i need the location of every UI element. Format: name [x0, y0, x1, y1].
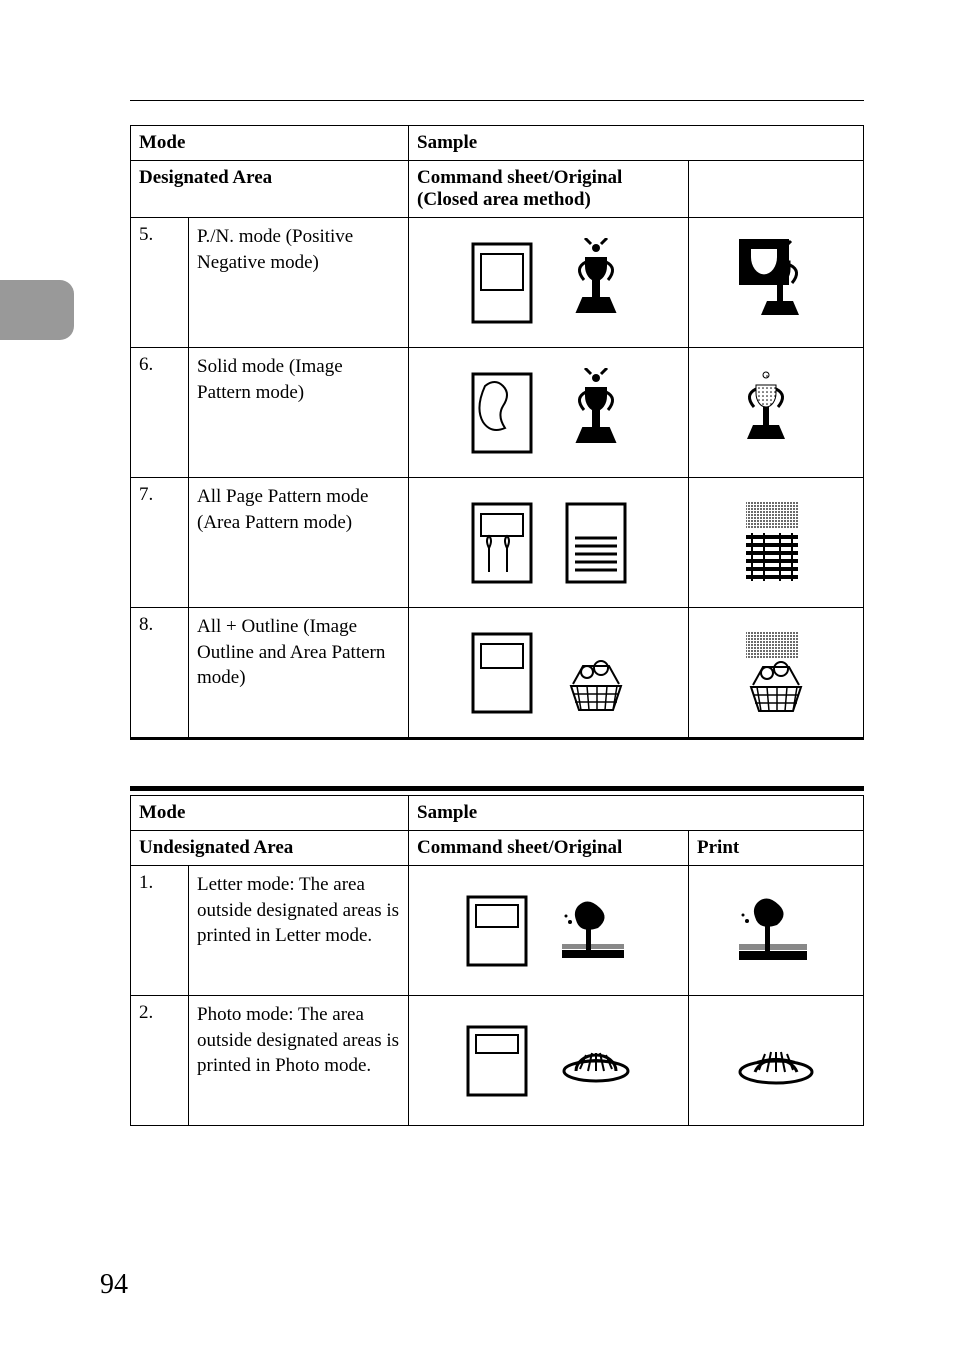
tree-original-icon [556, 896, 636, 966]
designated-area-table: Mode Sample Designated Area Command shee… [130, 125, 864, 738]
row-num: 8. [131, 608, 189, 738]
solid-result-icon [726, 363, 826, 463]
header-command-sheet: Command sheet/Original (Closed area meth… [409, 161, 689, 218]
header-sample: Sample [409, 796, 864, 831]
row-desc: Solid mode (Image Pattern mode) [189, 348, 409, 478]
letter-result-icon [731, 891, 821, 971]
pattern-result-icon [736, 493, 816, 593]
command-sheet-icon [467, 628, 537, 718]
command-sheet-icon [467, 498, 537, 588]
sample-cell [409, 348, 689, 478]
result-cell [689, 608, 864, 738]
row-num: 5. [131, 218, 189, 348]
page-number: 94 [100, 1269, 128, 1301]
trophy-original-icon [561, 238, 631, 328]
header-mode: Mode [131, 796, 409, 831]
all-outline-result-icon [736, 623, 816, 723]
header-command-sheet: Command sheet/Original [409, 831, 689, 866]
top-rule [130, 100, 864, 101]
sample-cell [409, 996, 689, 1126]
photo-result-icon [731, 1026, 821, 1096]
undesignated-area-table: Mode Sample Undesignated Area Command sh… [130, 795, 864, 1126]
table-separator [130, 738, 864, 789]
lines-original-icon [561, 498, 631, 588]
header-mode: Mode [131, 126, 409, 161]
result-cell [689, 348, 864, 478]
trophy-original-icon [561, 368, 631, 458]
result-cell [689, 866, 864, 996]
header-print: Print [689, 831, 864, 866]
row-desc: Photo mode: The area outside designated … [189, 996, 409, 1126]
result-cell [689, 478, 864, 608]
row-desc: All Page Pattern mode (Area Pattern mode… [189, 478, 409, 608]
command-sheet-icon [462, 1021, 532, 1101]
basket-original-icon [561, 628, 631, 718]
command-sheet-icon [467, 368, 537, 458]
row-desc: Letter mode: The area outside designated… [189, 866, 409, 996]
row-num: 7. [131, 478, 189, 608]
command-sheet-icon [462, 891, 532, 971]
result-cell [689, 996, 864, 1126]
sample-cell [409, 478, 689, 608]
sample-cell [409, 218, 689, 348]
row-desc: P./N. mode (Positive Negative mode) [189, 218, 409, 348]
row-desc: All + Outline (Image Outline and Area Pa… [189, 608, 409, 738]
hat-original-icon [556, 1031, 636, 1091]
header-undesignated-area: Undesignated Area [131, 831, 409, 866]
row-num: 2. [131, 996, 189, 1126]
result-cell [689, 218, 864, 348]
command-sheet-icon [467, 238, 537, 328]
pn-result-icon [731, 233, 821, 333]
row-num: 6. [131, 348, 189, 478]
header-designated-area: Designated Area [131, 161, 409, 218]
header-sample: Sample [409, 126, 864, 161]
sample-cell [409, 608, 689, 738]
section-tab [0, 280, 74, 340]
sample-cell [409, 866, 689, 996]
header-result-blank [689, 161, 864, 218]
row-num: 1. [131, 866, 189, 996]
